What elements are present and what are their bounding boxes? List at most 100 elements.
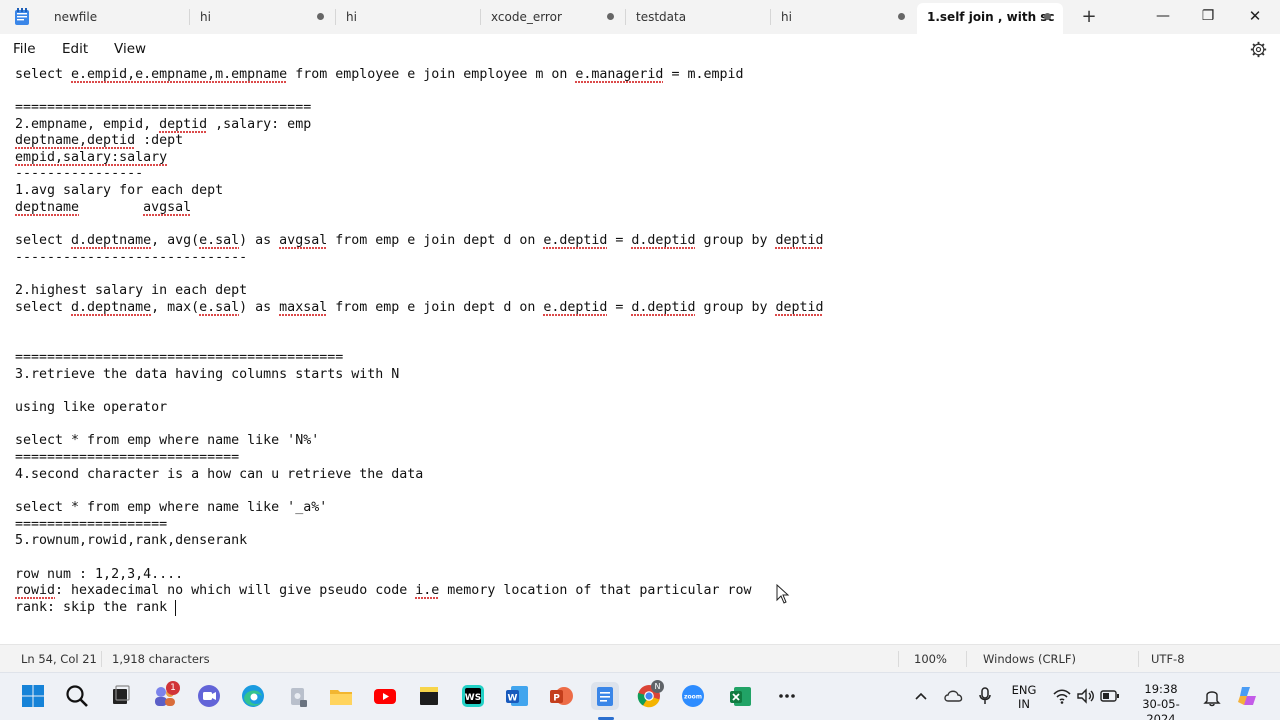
tab-label: hi xyxy=(346,10,357,24)
wifi-icon[interactable] xyxy=(1052,687,1072,705)
spellcheck-squiggle xyxy=(15,164,167,167)
spellcheck-squiggle xyxy=(543,247,607,250)
tab-xcode-error[interactable]: xcode_error xyxy=(481,0,626,34)
spellcheck-squiggle xyxy=(279,247,327,250)
zoom-icon[interactable]: zoom xyxy=(679,682,707,710)
task-view-icon[interactable] xyxy=(107,682,135,710)
tab-hi-3[interactable]: hi xyxy=(771,0,917,34)
editor-line: 2.highest salary in each dept xyxy=(15,283,248,298)
menu-edit[interactable]: Edit xyxy=(62,41,88,57)
powerpoint-icon[interactable]: P xyxy=(547,682,575,710)
maximize-button[interactable]: ❐ xyxy=(1197,6,1219,26)
tab-label: hi xyxy=(200,10,211,24)
spellcheck-squiggle xyxy=(631,314,695,317)
unsaved-dot-icon xyxy=(317,13,324,20)
spellcheck-squiggle xyxy=(15,597,55,600)
settings-gear-icon[interactable] xyxy=(1250,41,1267,58)
windows-taskbar: 1 WS W P N zoom ENG IN 19:38 30-05-2024 xyxy=(0,672,1280,720)
close-button[interactable]: ✕ xyxy=(1244,6,1266,26)
editor-line: ----------------------------- xyxy=(15,250,248,265)
more-icon[interactable] xyxy=(773,682,801,710)
start-icon[interactable] xyxy=(19,682,47,710)
editor-line: ========================================… xyxy=(15,350,344,365)
editor-line: select * from emp where name like '_a%' xyxy=(15,500,328,515)
editor-line: 5.rownum,rowid,rank,denserank xyxy=(15,533,248,548)
encoding[interactable]: UTF-8 xyxy=(1151,652,1185,666)
editor-line: 4.second character is a how can u retrie… xyxy=(15,467,424,482)
spellcheck-squiggle xyxy=(199,314,239,317)
cursor-position: Ln 54, Col 21 xyxy=(21,652,97,666)
svg-text:zoom: zoom xyxy=(684,694,702,701)
mouse-pointer-icon xyxy=(776,584,790,604)
notifications-bell-icon[interactable] xyxy=(1203,687,1221,707)
webstorm-icon[interactable]: WS xyxy=(459,682,487,710)
chevron-up-icon[interactable] xyxy=(913,689,929,703)
spellcheck-squiggle xyxy=(775,247,823,250)
editor-line: rowid: hexadecimal no which will give ps… xyxy=(15,583,752,598)
editor-line: rank: skip the rank xyxy=(15,600,176,615)
excel-icon[interactable] xyxy=(727,682,755,710)
chrome-profile-badge: N xyxy=(651,680,664,693)
language-code: ENG xyxy=(1011,683,1037,697)
status-bar: Ln 54, Col 21 1,918 characters 100% Wind… xyxy=(0,644,1280,672)
unsaved-dot-icon xyxy=(607,13,614,20)
search-icon[interactable] xyxy=(63,682,91,710)
notepad-icon[interactable] xyxy=(591,682,619,710)
copilot-icon[interactable] xyxy=(1236,684,1260,708)
tab-testdata[interactable]: testdata xyxy=(626,0,771,34)
spellcheck-squiggle xyxy=(71,81,287,84)
spellcheck-squiggle xyxy=(71,247,151,250)
spellcheck-squiggle xyxy=(15,214,79,217)
microphone-icon[interactable] xyxy=(977,686,993,706)
tab-hi-2[interactable]: hi xyxy=(336,0,481,34)
status-separator xyxy=(898,651,899,667)
spellcheck-squiggle xyxy=(543,314,607,317)
notepad-app-icon xyxy=(15,8,29,25)
menu-file[interactable]: File xyxy=(13,41,36,57)
notification-badge: 1 xyxy=(166,681,180,695)
editor-line: 3.retrieve the data having columns start… xyxy=(15,367,400,382)
tab-hi-1[interactable]: hi xyxy=(190,0,336,34)
clock-date: 30-05-2024 xyxy=(1142,697,1180,720)
spellcheck-squiggle xyxy=(71,314,151,317)
editor-line: ============================ xyxy=(15,450,240,465)
security-icon[interactable] xyxy=(283,682,311,710)
text-editor[interactable]: select e.empid,e.empname,m.empname from … xyxy=(0,64,1280,644)
svg-text:P: P xyxy=(553,694,560,704)
edge-icon[interactable] xyxy=(239,682,267,710)
text-caret xyxy=(175,600,176,616)
spellcheck-squiggle xyxy=(15,147,135,150)
zoom-level[interactable]: 100% xyxy=(914,652,947,666)
tab-strip: newfile hi hi xcode_error testdata hi 1.… xyxy=(0,0,1280,34)
tab-label: newfile xyxy=(54,10,98,24)
tab-label: hi xyxy=(781,10,792,24)
editor-line: ---------------- xyxy=(15,166,144,181)
tab-label: xcode_error xyxy=(491,10,562,24)
spellcheck-squiggle xyxy=(775,314,823,317)
new-tab-button[interactable]: + xyxy=(1080,8,1098,26)
sticky-notes-icon[interactable] xyxy=(415,682,443,710)
onedrive-icon[interactable] xyxy=(943,687,965,705)
volume-icon[interactable] xyxy=(1076,687,1096,705)
spellcheck-squiggle xyxy=(199,247,239,250)
language-indicator[interactable]: ENG IN xyxy=(1008,683,1040,711)
status-separator xyxy=(966,651,967,667)
region-code: IN xyxy=(1018,697,1030,711)
battery-icon[interactable] xyxy=(1100,688,1120,704)
status-separator xyxy=(1138,651,1139,667)
word-icon[interactable]: W xyxy=(503,682,531,710)
menu-view[interactable]: View xyxy=(114,41,146,57)
youtube-icon[interactable] xyxy=(371,682,399,710)
status-separator xyxy=(101,651,102,667)
tab-label: 1.self join , with sc xyxy=(927,10,1055,24)
tab-label: testdata xyxy=(636,10,687,24)
zoom-meetings-icon[interactable] xyxy=(195,682,223,710)
menu-bar: File Edit View xyxy=(0,34,1280,64)
character-count: 1,918 characters xyxy=(112,652,210,666)
line-ending[interactable]: Windows (CRLF) xyxy=(983,652,1076,666)
tab-newfile[interactable]: newfile xyxy=(44,0,190,34)
clock[interactable]: 19:38 30-05-2024 xyxy=(1130,682,1192,720)
file-explorer-icon[interactable] xyxy=(327,682,355,710)
minimize-button[interactable]: — xyxy=(1152,6,1174,26)
tab-self-join-active[interactable]: 1.self join , with sc xyxy=(917,3,1063,34)
